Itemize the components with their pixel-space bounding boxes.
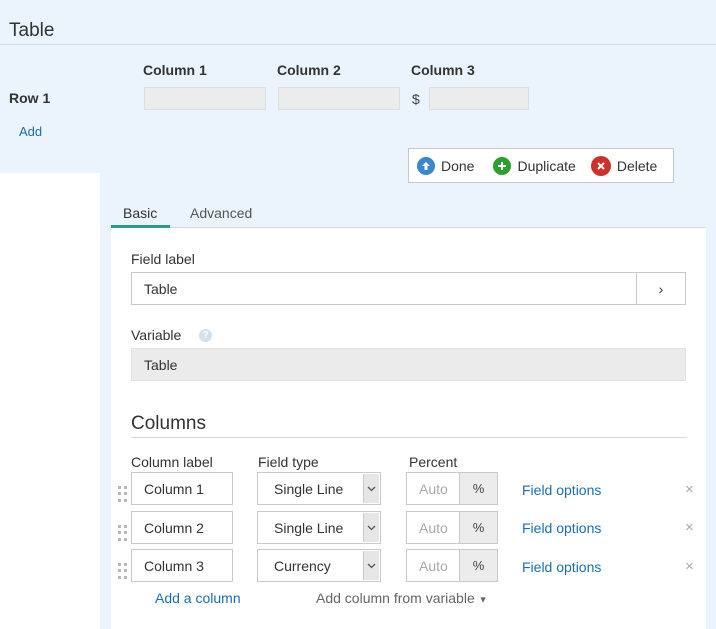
- percent-placeholder: Auto: [419, 558, 448, 574]
- variable-heading: Variable: [131, 327, 182, 343]
- column-label-input[interactable]: Column 1: [131, 472, 233, 505]
- tab-basic[interactable]: Basic: [123, 205, 157, 221]
- duplicate-label: Duplicate: [517, 157, 576, 174]
- delete-label: Delete: [616, 157, 658, 174]
- column-label-input[interactable]: Column 2: [131, 511, 233, 544]
- preview-cell-2[interactable]: [278, 87, 400, 110]
- column-label-input[interactable]: Column 3: [131, 549, 233, 582]
- drag-handle-icon[interactable]: [118, 486, 128, 502]
- chevron-down-icon: [363, 474, 379, 503]
- field-label-input[interactable]: Table: [131, 272, 637, 305]
- percent-input[interactable]: Auto %: [406, 472, 498, 505]
- done-button[interactable]: Done: [417, 156, 475, 175]
- field-action-bar: Done Duplicate Delete: [408, 148, 674, 183]
- percent-unit: %: [459, 512, 497, 543]
- chevron-down-icon: [363, 513, 379, 542]
- field-options-link[interactable]: Field options: [522, 520, 601, 536]
- drag-handle-icon[interactable]: [118, 563, 128, 579]
- duplicate-button[interactable]: Duplicate: [493, 156, 576, 175]
- percent-unit: %: [459, 473, 497, 504]
- chevron-down-icon: [363, 551, 379, 580]
- preview-cell-3[interactable]: [429, 87, 529, 110]
- field-options-link[interactable]: Field options: [522, 559, 601, 575]
- preview-column-header-3: Column 3: [411, 62, 475, 78]
- remove-column-icon[interactable]: ×: [685, 558, 694, 575]
- percent-unit: %: [459, 550, 497, 581]
- percent-placeholder: Auto: [419, 520, 448, 536]
- active-tab-indicator: [111, 225, 170, 228]
- arrow-up-icon: [417, 156, 435, 175]
- field-label-heading: Field label: [131, 251, 195, 267]
- section-divider: [131, 437, 687, 438]
- field-type-select[interactable]: Currency: [257, 549, 381, 582]
- remove-column-icon[interactable]: ×: [685, 481, 694, 498]
- question-circle-icon[interactable]: ?: [199, 329, 212, 342]
- percent-header: Percent: [409, 454, 458, 470]
- currency-symbol: $: [412, 91, 420, 107]
- preview-column-header-2: Column 2: [277, 62, 341, 78]
- drag-handle-icon[interactable]: [118, 525, 128, 541]
- tab-advanced[interactable]: Advanced: [190, 205, 252, 221]
- caret-down-icon: ▼: [478, 594, 488, 605]
- add-row-link[interactable]: Add: [19, 124, 42, 139]
- remove-column-icon[interactable]: ×: [685, 519, 694, 536]
- field-type-value: Single Line: [274, 481, 344, 497]
- field-type-value: Single Line: [274, 520, 344, 536]
- field-type-select[interactable]: Single Line: [257, 511, 381, 544]
- plus-icon: [493, 156, 512, 175]
- column-label-header: Column label: [131, 454, 213, 470]
- field-type-value: Currency: [274, 558, 331, 574]
- field-type-header: Field type: [258, 454, 319, 470]
- close-icon: [590, 155, 611, 176]
- preview-cell-1[interactable]: [144, 87, 266, 110]
- percent-input[interactable]: Auto %: [406, 549, 498, 582]
- preview-column-header-1: Column 1: [143, 62, 207, 78]
- divider: [0, 44, 716, 45]
- variable-field: Table: [131, 348, 686, 381]
- add-column-link[interactable]: Add a column: [155, 590, 241, 606]
- add-column-from-variable-dropdown[interactable]: Add column from variable ▼: [316, 590, 488, 606]
- columns-section-title: Columns: [131, 413, 206, 434]
- chevron-right-button[interactable]: ›: [636, 272, 686, 305]
- add-column-from-variable-label: Add column from variable: [316, 590, 475, 606]
- preview-title: Table: [9, 20, 55, 41]
- delete-button[interactable]: Delete: [590, 155, 658, 176]
- tab-divider: [111, 227, 706, 228]
- percent-placeholder: Auto: [419, 481, 448, 497]
- percent-input[interactable]: Auto %: [406, 511, 498, 544]
- preview-row-label: Row 1: [9, 90, 51, 106]
- field-options-link[interactable]: Field options: [522, 482, 601, 498]
- done-label: Done: [441, 157, 475, 174]
- field-type-select[interactable]: Single Line: [257, 472, 381, 505]
